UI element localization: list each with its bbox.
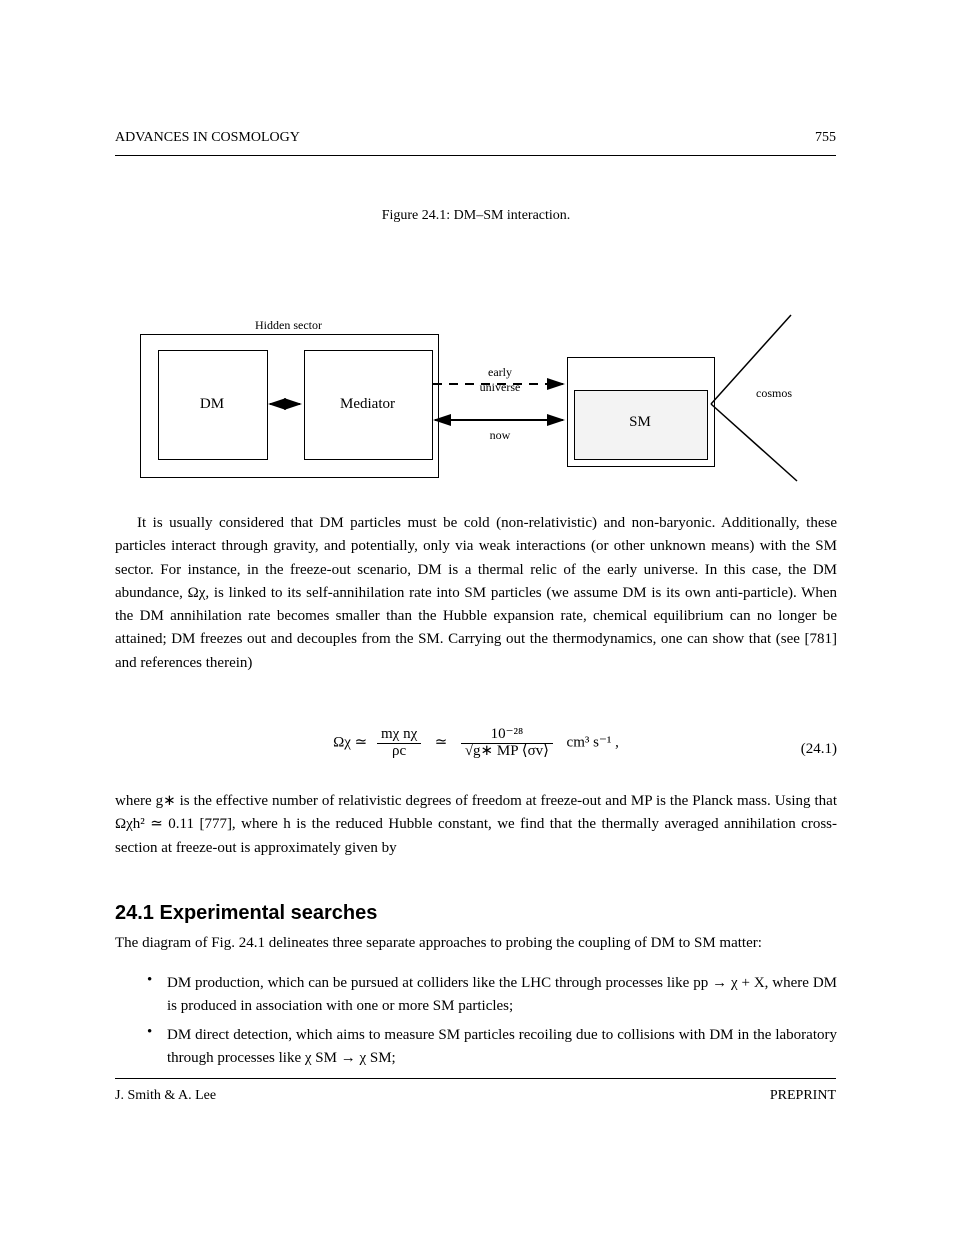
bullet-2-marker: • xyxy=(147,1024,152,1041)
footer-rule xyxy=(115,1078,836,1079)
figure-caption: Figure 24.1: DM–SM interaction. xyxy=(115,207,837,225)
footer-right: PREPRINT xyxy=(770,1088,836,1104)
arrow-label-now: now xyxy=(440,428,560,443)
bullet-1-marker: • xyxy=(147,972,152,989)
bullet-2-text: DM direct detection, which aims to measu… xyxy=(167,1024,837,1071)
paragraph-2: where g∗ is the effective number of rela… xyxy=(115,790,837,860)
equation-number: (24.1) xyxy=(115,738,837,761)
section-heading: 24.1 Experimental searches xyxy=(115,898,837,929)
section-intro: The diagram of Fig. 24.1 delineates thre… xyxy=(115,932,837,955)
arrow-label-early: early universe xyxy=(440,365,560,395)
paragraph-1: It is usually considered that DM particl… xyxy=(115,512,837,675)
figure-arrows: SM dashed (early universe) --> SM solid … xyxy=(0,0,954,600)
bullet-1-text: DM production, which can be pursued at c… xyxy=(167,972,837,1019)
cosmos-label: cosmos xyxy=(756,386,826,401)
footer-left: J. Smith & A. Lee xyxy=(115,1088,216,1104)
